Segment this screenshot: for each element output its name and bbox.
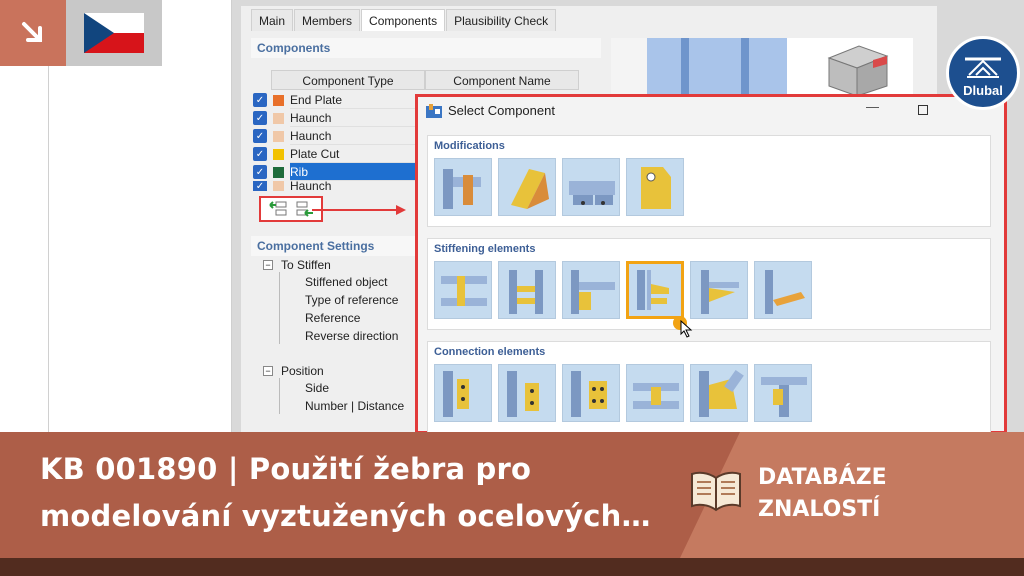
dlubal-logo: Dlubal bbox=[946, 36, 1020, 110]
components-section-title: Components bbox=[251, 38, 601, 58]
dialog-title: Select Component bbox=[426, 103, 555, 118]
tree-item[interactable]: Type of reference bbox=[305, 293, 398, 311]
bridge-icon bbox=[965, 57, 1001, 78]
components-grid-header: Component Type Component Name bbox=[271, 70, 579, 90]
column-header-type[interactable]: Component Type bbox=[271, 70, 425, 90]
tab-plausibility-check[interactable]: Plausibility Check bbox=[446, 9, 557, 31]
tree-group-position[interactable]: − Position bbox=[263, 362, 324, 380]
pointer-arrow-icon bbox=[312, 205, 406, 215]
collapse-icon[interactable]: − bbox=[263, 366, 273, 376]
color-swatch bbox=[273, 112, 284, 124]
tab-components[interactable]: Components bbox=[361, 9, 446, 31]
model-viewport[interactable] bbox=[611, 38, 913, 100]
group-connection-elements: Connection elements bbox=[427, 341, 991, 437]
minimize-button[interactable]: — bbox=[866, 99, 879, 114]
tree-group-to-stiffen[interactable]: − To Stiffen bbox=[263, 256, 331, 274]
knowledge-base-label-1: DATABÁZE bbox=[758, 465, 887, 490]
stiffener-icon[interactable] bbox=[498, 261, 556, 319]
color-swatch bbox=[273, 130, 284, 142]
stiffener-icon[interactable] bbox=[434, 261, 492, 319]
connection-plate-icon[interactable] bbox=[562, 364, 620, 422]
column-header-name[interactable]: Component Name bbox=[425, 70, 579, 90]
component-haunch-icon[interactable] bbox=[498, 158, 556, 216]
arrow-down-right-icon bbox=[0, 0, 66, 66]
article-title-line1: KB 001890 | Použití žebra pro bbox=[40, 452, 532, 486]
connection-plate-icon[interactable] bbox=[626, 364, 684, 422]
article-title-line2: modelování vyztužených ocelových… bbox=[40, 499, 651, 533]
color-swatch bbox=[273, 166, 284, 178]
group-title: Modifications bbox=[434, 140, 505, 152]
tab-members[interactable]: Members bbox=[294, 9, 361, 31]
checkbox[interactable]: ✓ bbox=[253, 111, 267, 125]
maximize-button[interactable] bbox=[918, 105, 928, 115]
tree-item[interactable]: Stiffened object bbox=[305, 275, 388, 293]
rib-stiffener-icon[interactable] bbox=[626, 261, 684, 319]
checkbox[interactable]: ✓ bbox=[253, 181, 267, 191]
group-title: Connection elements bbox=[434, 346, 546, 358]
connection-plate-icon[interactable] bbox=[498, 364, 556, 422]
tree-item[interactable]: Reverse direction bbox=[305, 329, 398, 347]
bottom-strip bbox=[0, 558, 1024, 576]
checkbox[interactable]: ✓ bbox=[253, 147, 267, 161]
connection-plate-icon[interactable] bbox=[434, 364, 492, 422]
component-end-plate-icon[interactable] bbox=[434, 158, 492, 216]
dialog-title-text: Select Component bbox=[448, 103, 555, 118]
tab-bar: Main Members Components Plausibility Che… bbox=[251, 9, 557, 31]
group-title: Stiffening elements bbox=[434, 243, 536, 255]
stiffener-icon[interactable] bbox=[562, 261, 620, 319]
tab-main[interactable]: Main bbox=[251, 9, 294, 31]
color-swatch bbox=[273, 181, 284, 191]
select-component-dialog: Select Component — Modifications Stiffen… bbox=[415, 94, 1007, 437]
mouse-cursor-icon bbox=[680, 320, 693, 338]
logo-text: Dlubal bbox=[963, 83, 1003, 98]
tree-group-label: Position bbox=[281, 364, 324, 378]
checkbox[interactable]: ✓ bbox=[253, 93, 267, 107]
dialog-app-icon bbox=[426, 103, 442, 118]
czech-flag-icon bbox=[66, 0, 162, 66]
component-plate-icon[interactable] bbox=[562, 158, 620, 216]
tree-item[interactable]: Number | Distance bbox=[305, 399, 404, 417]
insert-before-icon[interactable] bbox=[267, 200, 288, 218]
checkbox[interactable]: ✓ bbox=[253, 129, 267, 143]
tree-item[interactable]: Reference bbox=[305, 311, 360, 329]
color-swatch bbox=[273, 94, 284, 106]
knowledge-base-label-2: ZNALOSTÍ bbox=[758, 497, 881, 522]
tree-item[interactable]: Side bbox=[305, 381, 329, 399]
connection-plate-icon[interactable] bbox=[754, 364, 812, 422]
checkbox[interactable]: ✓ bbox=[253, 165, 267, 179]
connection-gusset-icon[interactable] bbox=[690, 364, 748, 422]
stiffener-icon[interactable] bbox=[754, 261, 812, 319]
component-plate-cut-icon[interactable] bbox=[626, 158, 684, 216]
group-stiffening-elements: Stiffening elements bbox=[427, 238, 991, 330]
book-icon bbox=[691, 471, 741, 512]
stiffener-icon[interactable] bbox=[690, 261, 748, 319]
collapse-icon[interactable]: − bbox=[263, 260, 273, 270]
color-swatch bbox=[273, 148, 284, 160]
group-modifications: Modifications bbox=[427, 135, 991, 227]
tree-group-label: To Stiffen bbox=[281, 258, 331, 272]
